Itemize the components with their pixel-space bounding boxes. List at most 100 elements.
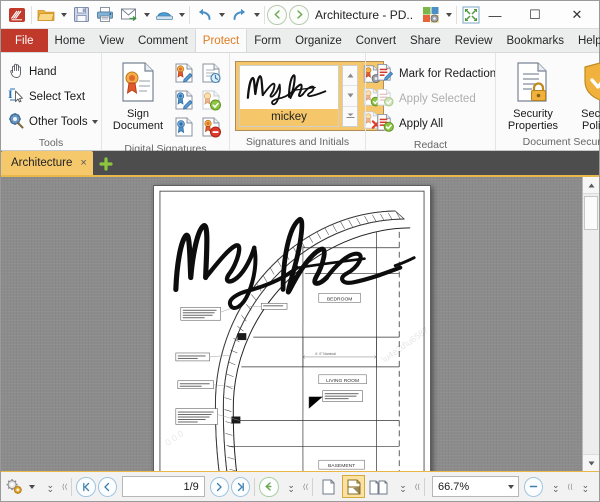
close-icon[interactable]: × xyxy=(80,157,86,169)
menu-item-comment[interactable]: Comment xyxy=(131,29,195,52)
page-number-input[interactable]: 1/9 xyxy=(122,476,205,497)
redo-dropdown[interactable] xyxy=(251,3,262,27)
menu-item-help[interactable]: Help xyxy=(571,29,600,52)
close-button[interactable]: ✕ xyxy=(555,1,599,29)
hand-tool-button[interactable]: Hand xyxy=(6,60,102,84)
menu-item-form[interactable]: Form xyxy=(247,29,288,52)
redo-icon[interactable] xyxy=(227,3,251,27)
apply-selected-icon xyxy=(375,88,394,110)
menu-item-view[interactable]: View xyxy=(92,29,131,52)
minimize-button[interactable]: — xyxy=(475,1,515,29)
room-label-basement: BASEMENT xyxy=(328,463,355,469)
signature-properties-icon[interactable] xyxy=(171,114,197,140)
scrollbar-thumb[interactable] xyxy=(584,196,598,230)
document-properties-dropdown[interactable] xyxy=(443,3,454,27)
apply-selected-button[interactable]: Apply Selected xyxy=(371,86,500,111)
chevron-down-icon[interactable] xyxy=(92,120,98,124)
print-icon[interactable] xyxy=(93,3,117,27)
timestamp-document-icon[interactable] xyxy=(198,60,224,86)
email-icon[interactable] xyxy=(117,3,141,27)
mark-for-redaction-label: Mark for Redaction xyxy=(399,68,496,80)
status-bar: ⌄⌄ ⟨⟨ 1/9 xyxy=(1,471,599,501)
validate-signature-icon[interactable] xyxy=(198,87,224,113)
digital-signature-icon-grid xyxy=(171,58,224,140)
first-page-button[interactable] xyxy=(76,477,95,497)
maximize-button[interactable]: ☐ xyxy=(515,1,555,29)
add-tab-button[interactable] xyxy=(95,153,117,175)
scanner-icon[interactable] xyxy=(152,3,176,27)
certify-document-icon[interactable] xyxy=(171,60,197,86)
scrollbar-track[interactable] xyxy=(583,194,599,454)
security-policies-button[interactable]: Security Policies xyxy=(569,58,600,132)
apply-all-button[interactable]: Apply All xyxy=(371,111,500,136)
scanner-dropdown[interactable] xyxy=(176,3,187,27)
pdf-page[interactable]: BEDROOM LIVING ROOM BASEMENT xyxy=(153,185,431,471)
gallery-scroll-up-button[interactable] xyxy=(343,66,357,86)
other-tools-button[interactable]: Other Tools xyxy=(6,110,102,134)
vertical-scrollbar[interactable] xyxy=(582,177,599,471)
open-file-icon[interactable] xyxy=(34,3,58,27)
sign-with-certificate-icon[interactable] xyxy=(171,87,197,113)
undo-icon[interactable] xyxy=(192,3,216,27)
qat-divider-4 xyxy=(456,6,457,24)
ribbon-group-signatures-and-initials: mickey xyxy=(229,53,365,150)
chevron-double-down-icon: ⌄⌄ xyxy=(47,483,55,491)
settings-dropdown[interactable] xyxy=(27,476,38,498)
architectural-drawing: BEDROOM LIVING ROOM BASEMENT xyxy=(154,186,430,471)
remove-signature-icon[interactable] xyxy=(198,114,224,140)
menu-item-home[interactable]: Home xyxy=(48,29,93,52)
zoom-overflow-button[interactable]: ⌄⌄ xyxy=(545,476,566,498)
signature-gallery[interactable]: mickey xyxy=(235,61,384,131)
statusbar-more-button[interactable]: ⌄⌄ xyxy=(575,476,596,498)
settings-overflow-button[interactable]: ⌄⌄ xyxy=(40,476,61,498)
tools-group-body: Hand I Select Text xyxy=(3,56,99,136)
title-bar: Architecture - PD.. xyxy=(1,1,599,29)
last-page-button[interactable] xyxy=(231,477,250,497)
open-file-dropdown[interactable] xyxy=(58,3,69,27)
security-properties-button[interactable]: Security Properties xyxy=(501,58,565,132)
select-text-tool-button[interactable]: I Select Text xyxy=(6,85,102,109)
gallery-expand-button[interactable] xyxy=(343,107,357,126)
tools-group-label: Tools xyxy=(3,136,99,151)
gallery-scroll-down-button[interactable] xyxy=(343,86,357,106)
undo-dropdown[interactable] xyxy=(216,3,227,27)
settings-gear-icon[interactable] xyxy=(4,476,25,498)
scroll-up-button[interactable] xyxy=(583,177,599,194)
sign-document-button[interactable]: Sign Document xyxy=(107,58,169,132)
nav-back-button[interactable] xyxy=(267,5,287,25)
document-properties-icon[interactable] xyxy=(419,3,443,27)
select-text-tool-label: Select Text xyxy=(29,91,85,103)
continuous-layout-button[interactable] xyxy=(342,475,365,498)
chevron-double-down-icon-3: ⌄⌄ xyxy=(399,483,407,491)
single-page-layout-button[interactable] xyxy=(317,475,340,498)
app-logo-icon[interactable] xyxy=(5,3,29,27)
previous-view-button[interactable] xyxy=(259,477,278,497)
menu-item-protect[interactable]: Protect xyxy=(195,29,247,52)
mark-for-redaction-button[interactable]: Mark for Redaction xyxy=(371,61,500,86)
view-overflow-button[interactable]: ⌄⌄ xyxy=(281,476,302,498)
signature-card-mickey[interactable]: mickey xyxy=(239,65,339,127)
security-policies-label: Security Policies xyxy=(581,108,600,132)
document-tab-architecture[interactable]: Architecture × xyxy=(1,151,93,175)
menu-item-file[interactable]: File xyxy=(1,29,48,52)
qat-divider xyxy=(31,6,32,24)
facing-pages-layout-button[interactable] xyxy=(367,475,390,498)
zoom-out-button[interactable] xyxy=(524,477,543,497)
save-icon[interactable] xyxy=(69,3,93,27)
pdf-editor-window: Architecture - PD.. xyxy=(0,0,600,502)
scroll-down-button[interactable] xyxy=(583,454,599,471)
menu-item-review[interactable]: Review xyxy=(448,29,500,52)
layout-overflow-button[interactable]: ⌄⌄ xyxy=(392,476,413,498)
menu-item-share[interactable]: Share xyxy=(403,29,448,52)
menu-item-bookmarks[interactable]: Bookmarks xyxy=(499,29,571,52)
next-page-button[interactable] xyxy=(210,477,229,497)
menu-item-organize[interactable]: Organize xyxy=(288,29,349,52)
menu-item-convert[interactable]: Convert xyxy=(349,29,403,52)
status-divider-2 xyxy=(254,478,255,496)
document-viewport[interactable]: BEDROOM LIVING ROOM BASEMENT xyxy=(1,177,582,471)
zoom-level-select[interactable]: 66.7% xyxy=(432,476,519,497)
previous-page-button[interactable] xyxy=(98,477,117,497)
chevron-down-icon-zoom[interactable] xyxy=(508,485,514,489)
nav-forward-button[interactable] xyxy=(289,5,309,25)
email-dropdown[interactable] xyxy=(141,3,152,27)
